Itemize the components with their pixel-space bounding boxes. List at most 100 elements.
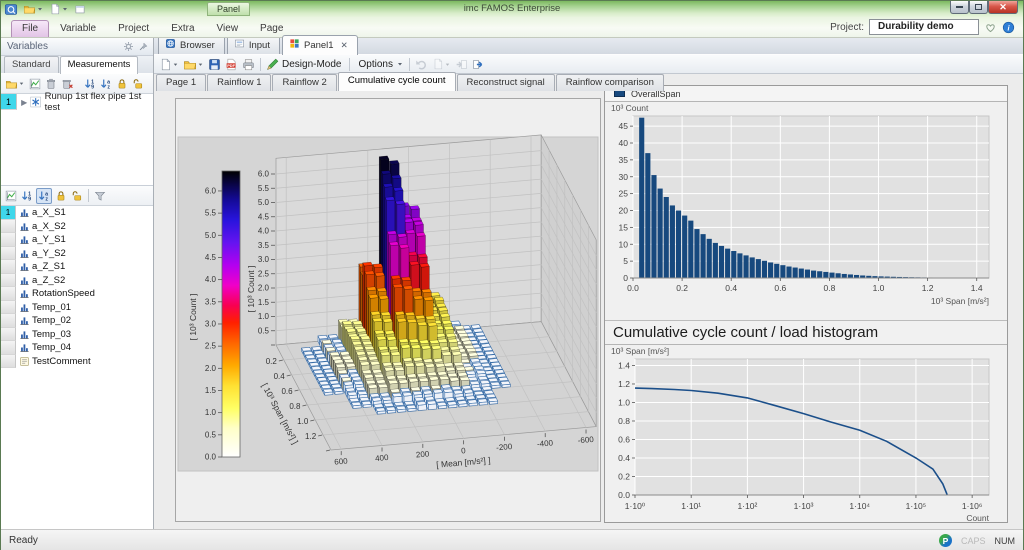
filter-button[interactable] — [93, 189, 107, 203]
variable-row[interactable]: Temp_01 — [1, 301, 153, 315]
svg-text:5: 5 — [623, 256, 628, 266]
waveform-icon — [19, 275, 30, 286]
svg-text:1.0: 1.0 — [258, 312, 270, 321]
save-button[interactable] — [207, 57, 222, 72]
project-selector[interactable]: Durability demo — [869, 19, 979, 35]
chevron-down-icon — [197, 61, 204, 68]
variable-name[interactable]: RotationSpeed — [32, 288, 95, 299]
info-icon[interactable] — [1002, 21, 1015, 34]
menu-item-project[interactable]: Project — [107, 20, 160, 37]
unlock-button[interactable] — [70, 189, 84, 203]
doc-tab-panel1[interactable]: Panel1✕ — [282, 35, 358, 55]
variable-row[interactable]: a_Y_S1 — [1, 233, 153, 247]
options-button[interactable]: Options — [354, 58, 404, 71]
window-title: imc FAMOS Enterprise — [1, 3, 1023, 14]
favorites-heart-icon[interactable] — [984, 21, 997, 34]
unlock-button[interactable] — [131, 77, 145, 91]
sort-numeric-button[interactable] — [83, 77, 97, 91]
menu-item-file[interactable]: File — [11, 20, 49, 37]
page-tab-page-1[interactable]: Page 1 — [156, 74, 206, 91]
variable-name[interactable]: a_Y_S1 — [32, 234, 66, 245]
variable-row[interactable]: 1a_X_S1 — [1, 206, 153, 220]
export-pdf-button[interactable] — [224, 57, 239, 72]
chevron-down-icon — [18, 80, 25, 87]
measurement-index-badge[interactable]: 1 — [1, 94, 17, 110]
variable-row[interactable]: Temp_03 — [1, 328, 153, 342]
tab-standard[interactable]: Standard — [4, 56, 59, 73]
variable-row[interactable]: Temp_02 — [1, 314, 153, 328]
design-mode-label: Design-Mode — [279, 59, 344, 70]
variable-name[interactable]: a_Z_S2 — [32, 275, 65, 286]
variable-name[interactable]: a_Z_S1 — [32, 261, 65, 272]
variable-row[interactable]: Temp_04 — [1, 341, 153, 355]
svg-text:10³ Span [m/s²]: 10³ Span [m/s²] — [931, 296, 989, 306]
variable-name[interactable]: Temp_02 — [32, 315, 71, 326]
doc-tab-label: Input — [249, 40, 270, 51]
variable-name[interactable]: a_X_S2 — [32, 221, 66, 232]
num-indicator: NUM — [995, 536, 1016, 546]
variable-row[interactable]: a_Y_S2 — [1, 247, 153, 261]
open-panel-button[interactable] — [182, 57, 205, 72]
menu-item-variable[interactable]: Variable — [49, 20, 107, 37]
variable-name[interactable]: TestComment — [32, 356, 91, 367]
overall-span-histogram[interactable]: 10³ Count0.00.20.40.60.81.01.21.40510152… — [605, 102, 1005, 317]
variable-name[interactable]: a_X_S1 — [32, 207, 66, 218]
svg-text:30: 30 — [619, 172, 629, 182]
chevron-down-icon — [444, 61, 451, 68]
page-tab-cumulative-cycle-count[interactable]: Cumulative cycle count — [338, 72, 456, 91]
variable-name[interactable]: Temp_04 — [32, 342, 71, 353]
page-tab-reconstruct-signal[interactable]: Reconstruct signal — [457, 74, 555, 91]
new-panel-button[interactable] — [158, 57, 180, 72]
tab-measurements[interactable]: Measurements — [60, 56, 139, 74]
import-page-button[interactable] — [454, 57, 469, 72]
undo-button[interactable] — [414, 57, 429, 72]
variable-row[interactable]: a_X_S2 — [1, 220, 153, 234]
delete-all-button[interactable] — [60, 77, 75, 91]
page-tab-rainflow-1[interactable]: Rainflow 1 — [207, 74, 271, 91]
variable-row[interactable]: a_Z_S2 — [1, 274, 153, 288]
maximize-button[interactable] — [969, 1, 988, 14]
variable-name[interactable]: Temp_03 — [32, 329, 71, 340]
sort-numeric-button[interactable] — [20, 189, 34, 203]
new-page-button[interactable] — [431, 57, 452, 71]
page-tab-rainflow-2[interactable]: Rainflow 2 — [272, 74, 336, 91]
panel-context-chip[interactable]: Panel — [207, 2, 250, 16]
svg-text:2.5: 2.5 — [205, 342, 217, 351]
minimize-button[interactable] — [950, 1, 969, 14]
export-page-button[interactable] — [471, 57, 486, 72]
delete-button[interactable] — [44, 77, 58, 91]
variable-row[interactable]: RotationSpeed — [1, 287, 153, 301]
variable-row[interactable]: a_Z_S1 — [1, 260, 153, 274]
design-mode-button[interactable]: Design-Mode — [265, 57, 345, 72]
measurement-label[interactable]: Runup 1st flex pipe 1st test — [45, 91, 153, 113]
show-curves-button[interactable] — [28, 77, 42, 91]
gear-icon[interactable] — [123, 41, 134, 52]
cumulative-cycle-chart[interactable]: 10³ Span [m/s²]1·10⁰1·10¹1·10²1·10³1·10⁴… — [605, 345, 1005, 523]
lock-button[interactable] — [54, 189, 68, 203]
print-button[interactable] — [241, 57, 256, 72]
page-tab-rainflow-comparison[interactable]: Rainflow comparison — [556, 74, 664, 91]
measurement-row[interactable]: 1 ▶ Runup 1st flex pipe 1st test — [1, 94, 153, 110]
sort-alpha-button[interactable] — [36, 188, 52, 204]
sort-alpha-button[interactable] — [99, 77, 113, 91]
variable-name[interactable]: a_Y_S2 — [32, 248, 66, 259]
rainflow-3d-widget[interactable]: 0.00.51.01.52.02.53.03.54.04.55.05.56.0[… — [175, 98, 601, 522]
pin-icon[interactable] — [138, 41, 149, 52]
expand-arrow-icon[interactable]: ▶ — [17, 98, 29, 107]
chevron-down-icon — [172, 61, 179, 68]
svg-text:[ 10³ Count ]: [ 10³ Count ] — [246, 266, 256, 313]
waveform-icon — [19, 207, 30, 218]
separator — [260, 58, 261, 71]
menu-item-extra[interactable]: Extra — [160, 20, 205, 37]
close-button[interactable]: ✕ — [988, 1, 1018, 14]
open-measurement-button[interactable] — [4, 77, 26, 91]
lock-button[interactable] — [115, 77, 129, 91]
favorite-icon[interactable] — [30, 96, 41, 108]
menu-item-view[interactable]: View — [206, 20, 250, 37]
variable-name[interactable]: Temp_01 — [32, 302, 71, 313]
show-curves-button[interactable] — [4, 189, 18, 203]
close-tab-icon[interactable]: ✕ — [341, 40, 348, 51]
variable-row[interactable]: TestComment — [1, 355, 153, 369]
waveform-icon — [19, 342, 30, 353]
famos-tray-icon[interactable]: P — [939, 534, 952, 547]
